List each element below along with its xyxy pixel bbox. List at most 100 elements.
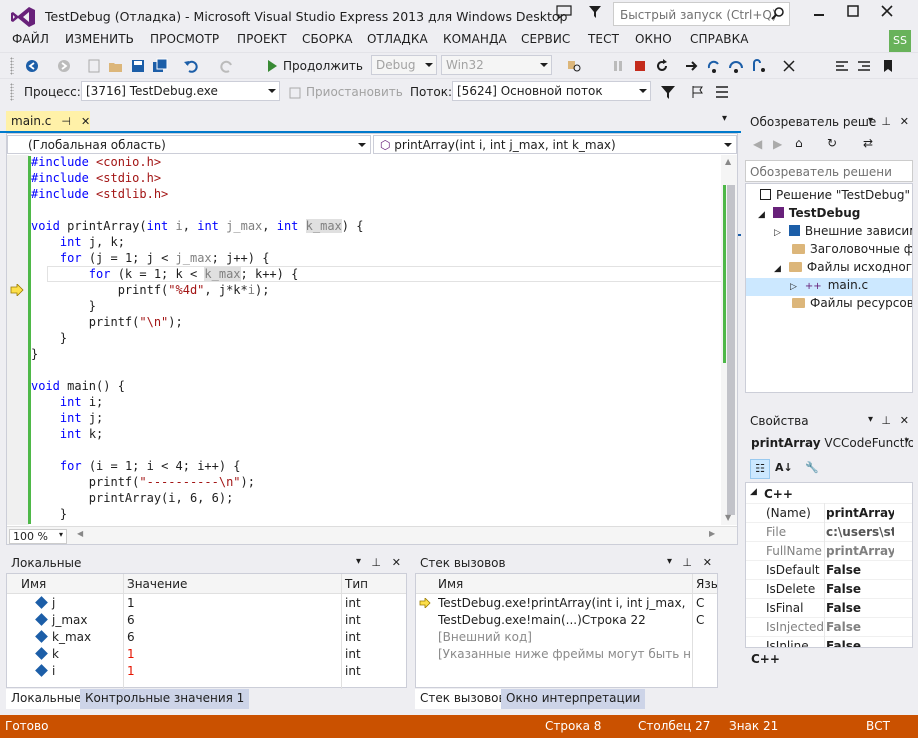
save-all-icon[interactable]: [152, 58, 168, 74]
show-next-statement-icon[interactable]: [684, 58, 700, 74]
menu-file[interactable]: ФАЙЛ: [12, 32, 49, 46]
stop-debugging-icon[interactable]: [632, 58, 648, 74]
menu-team[interactable]: КОМАНДА: [443, 32, 507, 46]
uncomment-icon[interactable]: [856, 58, 872, 74]
scroll-up-icon[interactable]: ▲: [725, 157, 731, 166]
callstack-row[interactable]: [Внешний код]: [416, 629, 717, 646]
pin-icon[interactable]: ⊥: [371, 556, 381, 569]
pin-icon[interactable]: ⊥: [682, 556, 692, 569]
save-icon[interactable]: [130, 58, 146, 74]
menu-window[interactable]: ОКНО: [635, 32, 672, 46]
menu-edit[interactable]: ИЗМЕНИТЬ: [65, 32, 134, 46]
scope-select[interactable]: (Глобальная область): [7, 135, 371, 154]
redo-icon[interactable]: [219, 58, 235, 74]
code-editor[interactable]: (Глобальная область) ⬡ printArray(int i,…: [6, 133, 738, 545]
column-name[interactable]: Имя: [21, 577, 46, 591]
property-pages-icon[interactable]: 🔧: [805, 461, 819, 474]
continue-icon[interactable]: [264, 58, 280, 74]
property-row[interactable]: (Name) printArray: [746, 504, 912, 523]
property-row[interactable]: IsFinal False: [746, 599, 912, 618]
categorized-icon[interactable]: ☷: [750, 459, 770, 479]
tree-source-files[interactable]: ◢ Файлы исходного: [746, 260, 912, 278]
editor-vertical-scrollbar[interactable]: ▲ ▼: [721, 155, 737, 525]
callstack-row[interactable]: TestDebug.exe!printArray(int i, int j_ma…: [416, 595, 717, 612]
locals-row[interactable]: j_max 6 int: [7, 612, 406, 629]
callstack-row[interactable]: [Указанные ниже фреймы могут быть неверн: [416, 646, 717, 663]
local-value-changed[interactable]: 1: [127, 664, 135, 678]
window-menu-icon[interactable]: ▾: [667, 556, 672, 567]
home-icon[interactable]: ⌂: [795, 136, 803, 150]
process-select[interactable]: [3716] TestDebug.exe: [81, 81, 280, 101]
step-out-icon[interactable]: [750, 58, 766, 74]
panel-close-icon[interactable]: ✕: [900, 115, 909, 128]
feedback-icon[interactable]: [588, 5, 602, 19]
property-value[interactable]: False: [826, 639, 894, 647]
code-text[interactable]: #include <conio.h> #include <stdio.h> #i…: [31, 154, 721, 526]
restart-icon[interactable]: [654, 58, 670, 74]
tab-close-icon[interactable]: ✕: [81, 115, 90, 128]
pin-icon[interactable]: ⊥: [881, 115, 891, 128]
undo-icon[interactable]: [183, 58, 199, 74]
configuration-select[interactable]: Debug: [371, 55, 437, 75]
callstack-row[interactable]: TestDebug.exe!main(...)Строка 22 C: [416, 612, 717, 629]
tab-overflow-icon[interactable]: ▾: [722, 113, 727, 124]
break-all-icon[interactable]: [610, 58, 626, 74]
tab-watch-1[interactable]: Контрольные значения 1: [80, 689, 250, 709]
property-value[interactable]: False: [826, 582, 894, 596]
zoom-select[interactable]: 100 % ▾: [9, 529, 67, 544]
menu-build[interactable]: СБОРКА: [302, 32, 353, 46]
property-value[interactable]: False: [826, 563, 894, 577]
solution-search-input[interactable]: Обозреватель решени: [745, 160, 913, 182]
locals-row[interactable]: k 1 int: [7, 646, 406, 663]
notifications-icon[interactable]: [556, 5, 572, 19]
open-file-icon[interactable]: [108, 58, 124, 74]
property-category[interactable]: ◢ C++: [746, 485, 912, 504]
menu-view[interactable]: ПРОСМОТР: [150, 32, 219, 46]
menu-help[interactable]: СПРАВКА: [690, 32, 749, 46]
property-row[interactable]: IsDefault False: [746, 561, 912, 580]
scroll-down-icon[interactable]: ▼: [725, 513, 731, 522]
collapsed-icon[interactable]: ▷: [774, 228, 781, 238]
property-value[interactable]: printArray: [826, 544, 894, 558]
panel-close-icon[interactable]: ✕: [900, 414, 909, 427]
bookmark-icon[interactable]: [880, 58, 896, 74]
menu-tools[interactable]: СЕРВИС: [521, 32, 570, 46]
quick-launch-input[interactable]: Быстрый запуск (Ctrl+Q): [613, 2, 790, 26]
tree-solution[interactable]: Решение "TestDebug" (п: [746, 188, 912, 206]
locals-row[interactable]: j 1 int: [7, 595, 406, 612]
column-name[interactable]: Имя: [438, 577, 463, 591]
panel-close-icon[interactable]: ✕: [703, 556, 712, 569]
step-into-icon[interactable]: [706, 58, 722, 74]
step-over-icon[interactable]: [728, 58, 744, 74]
local-value-changed[interactable]: 1: [127, 647, 135, 661]
alphabetical-icon[interactable]: A↓: [775, 461, 793, 474]
tab-call-stack[interactable]: Стек вызовов: [415, 689, 511, 709]
local-value[interactable]: 6: [127, 613, 135, 627]
close-icon[interactable]: [877, 4, 897, 18]
refresh-icon[interactable]: ⇄: [863, 136, 873, 150]
locals-row[interactable]: i 1 int: [7, 663, 406, 680]
suspend-button[interactable]: Приостановить: [306, 85, 403, 99]
toolbar-grip[interactable]: [10, 83, 14, 101]
tree-resource-files[interactable]: Файлы ресурсов: [746, 296, 912, 314]
pin-icon[interactable]: ⊥: [881, 414, 891, 427]
tab-main-c[interactable]: main.c ⊣ ✕: [6, 111, 90, 131]
back-icon[interactable]: [24, 58, 40, 74]
scroll-left-icon[interactable]: ◀: [77, 529, 83, 538]
suspend-icon[interactable]: [288, 85, 304, 101]
menu-test[interactable]: ТЕСТ: [588, 32, 619, 46]
new-project-icon[interactable]: [86, 58, 102, 74]
sync-icon[interactable]: ↻: [827, 136, 837, 150]
minimize-icon[interactable]: [809, 4, 829, 18]
window-menu-icon[interactable]: ▾: [868, 414, 873, 425]
continue-button[interactable]: Продолжить: [283, 59, 363, 73]
properties-object-select[interactable]: printArray VCCodeFunctio ▾: [745, 433, 913, 455]
stack-frame-icon[interactable]: [714, 84, 730, 100]
column-language[interactable]: Язы: [696, 577, 717, 591]
panel-close-icon[interactable]: ✕: [392, 556, 401, 569]
property-value[interactable]: c:\users\step: [826, 525, 894, 539]
column-value[interactable]: Значение: [127, 577, 187, 591]
editor-gutter[interactable]: [7, 155, 29, 525]
editor-horizontal-scrollbar[interactable]: 100 % ▾ ◀ ▶: [7, 526, 737, 544]
locals-row[interactable]: k_max 6 int: [7, 629, 406, 646]
